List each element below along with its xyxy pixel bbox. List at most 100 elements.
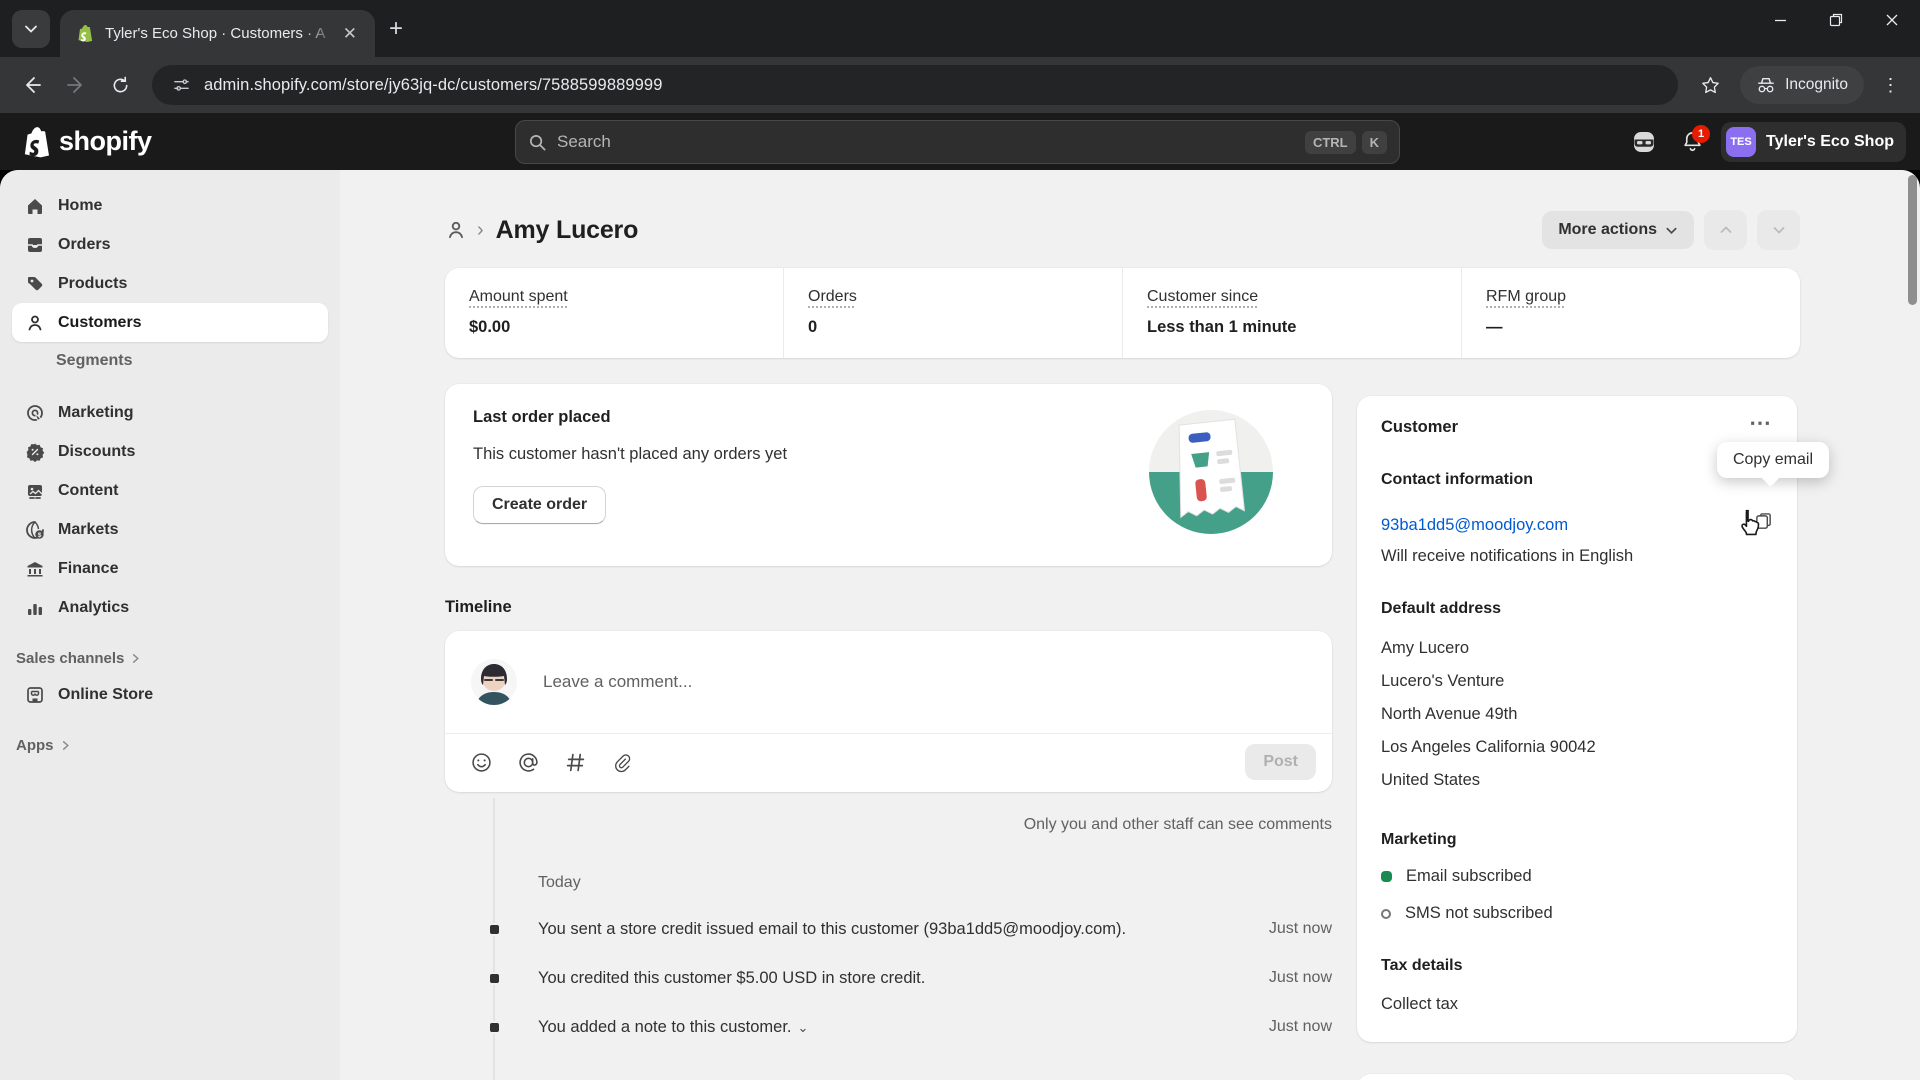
customer-card: Customer ⋯ Contact information 93ba1dd5@… xyxy=(1357,396,1829,1042)
page-scrollbar[interactable] xyxy=(1908,175,1917,305)
stat-label[interactable]: Amount spent xyxy=(469,288,759,306)
search-icon xyxy=(529,134,546,150)
search-placeholder: Search xyxy=(557,132,611,151)
tab-close-icon[interactable]: ✕ xyxy=(337,22,363,46)
previous-customer-button[interactable] xyxy=(1704,210,1747,250)
stat-rfm-group: RFM group — xyxy=(1461,268,1800,358)
sidebar-section-apps[interactable]: Apps xyxy=(12,728,328,762)
attachment-icon[interactable] xyxy=(612,752,633,773)
forward-button[interactable] xyxy=(56,65,96,105)
browser-tab[interactable]: Tyler's Eco Shop · Customers · A ✕ xyxy=(60,10,375,57)
tax-details-heading: Tax details xyxy=(1381,957,1463,974)
event-time: Just now xyxy=(1268,969,1332,986)
event-dot xyxy=(488,923,501,936)
shortcut-k-key: K xyxy=(1361,130,1387,154)
address-line: Lucero's Venture xyxy=(1381,672,1505,690)
window-minimize-button[interactable] xyxy=(1752,0,1808,40)
create-order-button[interactable]: Create order xyxy=(473,486,607,524)
svg-text:$: $ xyxy=(38,532,42,539)
reload-button[interactable] xyxy=(100,65,140,105)
shopify-logo[interactable]: shopify xyxy=(22,125,152,158)
stat-value: 0 xyxy=(808,318,818,336)
event-text-expandable[interactable]: You added a note to this customer. ⌄ xyxy=(538,1018,1269,1037)
sidebar-item-content[interactable]: Content xyxy=(12,471,328,510)
sidebar-item-label: Discounts xyxy=(58,442,136,460)
event-dot xyxy=(488,1021,501,1034)
sidebar-item-label: Analytics xyxy=(58,598,130,616)
more-actions-label: More actions xyxy=(1558,221,1657,238)
stat-label[interactable]: Orders xyxy=(808,288,1098,306)
breadcrumb-separator: › xyxy=(477,218,484,241)
timeline-feed: Today You sent a store credit issued ema… xyxy=(445,798,1332,1080)
marketing-icon xyxy=(24,403,46,423)
sidebar-item-home[interactable]: Home xyxy=(12,186,328,225)
subscribed-dot-icon xyxy=(1381,871,1392,882)
incognito-label: Incognito xyxy=(1785,76,1848,93)
copy-email-tooltip: Copy email xyxy=(1716,442,1829,478)
sidebar-item-label: Products xyxy=(58,274,128,292)
stat-orders: Orders 0 xyxy=(783,268,1122,358)
more-actions-button[interactable]: More actions xyxy=(1542,211,1694,249)
window-restore-button[interactable] xyxy=(1808,0,1864,40)
url-bar[interactable]: admin.shopify.com/store/jy63jq-dc/custom… xyxy=(152,65,1679,105)
chevron-right-icon xyxy=(62,740,69,750)
person-icon xyxy=(24,313,46,333)
url-text: admin.shopify.com/store/jy63jq-dc/custom… xyxy=(204,75,663,94)
sidebar-item-label: Segments xyxy=(56,351,133,369)
sidebar-item-orders[interactable]: Orders xyxy=(12,225,328,264)
address-line: North Avenue 49th xyxy=(1381,705,1518,723)
post-button[interactable]: Post xyxy=(1245,744,1316,780)
sidebar-item-finance[interactable]: Finance xyxy=(12,549,328,588)
sms-subscription-status: SMS not subscribed xyxy=(1381,904,1773,923)
bookmark-button[interactable] xyxy=(1690,65,1730,105)
home-icon xyxy=(24,196,46,216)
window-close-button[interactable] xyxy=(1864,0,1920,40)
stat-value: $0.00 xyxy=(469,318,511,336)
back-button[interactable] xyxy=(12,65,52,105)
emoji-icon[interactable] xyxy=(471,752,492,773)
stat-customer-since: Customer since Less than 1 minute xyxy=(1122,268,1461,358)
sidebar-item-discounts[interactable]: Discounts xyxy=(12,432,328,471)
timeline-heading: Timeline xyxy=(445,598,512,616)
stat-amount-spent: Amount spent $0.00 xyxy=(445,268,783,358)
page-header: › Amy Lucero More actions xyxy=(445,208,1800,252)
customer-email-link[interactable]: 93ba1dd5@moodjoy.com xyxy=(1381,516,1568,535)
sidebar-item-label: Finance xyxy=(58,559,119,577)
event-time: Just now xyxy=(1268,920,1332,937)
stat-label[interactable]: RFM group xyxy=(1486,288,1776,306)
stat-value: — xyxy=(1486,318,1503,336)
sidebar-item-segments[interactable]: Segments xyxy=(12,342,328,379)
sidebar-item-marketing[interactable]: Marketing xyxy=(12,393,328,432)
sidebar-item-analytics[interactable]: Analytics xyxy=(12,588,328,627)
comment-input[interactable] xyxy=(543,672,1306,692)
next-customer-button[interactable] xyxy=(1757,210,1800,250)
sidekick-button[interactable] xyxy=(1625,123,1663,161)
stat-label[interactable]: Customer since xyxy=(1147,288,1437,306)
expand-chevron-icon: ⌄ xyxy=(797,1020,809,1035)
admin-search-bar[interactable]: Search CTRL K xyxy=(515,120,1400,164)
sidebar-item-online-store[interactable]: Online Store xyxy=(12,675,328,714)
bank-icon xyxy=(24,559,46,579)
notifications-button[interactable]: 1 xyxy=(1673,123,1711,161)
browser-menu-button[interactable]: ⋮ xyxy=(1874,75,1908,96)
site-info-icon[interactable] xyxy=(168,72,194,98)
customer-card-menu-button[interactable]: ⋯ xyxy=(1749,412,1773,434)
sidebar-section-sales-channels[interactable]: Sales channels xyxy=(12,641,328,675)
contact-info-heading: Contact information xyxy=(1381,471,1533,488)
customer-breadcrumb-icon[interactable] xyxy=(445,219,467,241)
sidebar-item-customers[interactable]: Customers xyxy=(12,303,328,342)
empty-orders-illustration xyxy=(1149,410,1273,534)
sidebar-item-products[interactable]: Products xyxy=(12,264,328,303)
sidebar-item-markets[interactable]: $ Markets xyxy=(12,510,328,549)
browser-tabstrip: Tyler's Eco Shop · Customers · A ✕ + xyxy=(0,0,1920,57)
store-menu-button[interactable]: TES Tyler's Eco Shop xyxy=(1721,121,1906,162)
hashtag-icon[interactable] xyxy=(565,752,586,773)
comment-composer: Post xyxy=(445,631,1332,792)
tab-search-button[interactable] xyxy=(12,10,50,48)
new-tab-button[interactable]: + xyxy=(389,15,403,43)
mention-icon[interactable] xyxy=(518,752,539,773)
event-time: Just now xyxy=(1268,1018,1332,1035)
admin-topbar: shopify Search CTRL K 1 TES Tyler's Eco … xyxy=(0,113,1920,170)
timeline-day-label: Today xyxy=(538,874,581,891)
sidebar-item-label: Content xyxy=(58,481,119,499)
